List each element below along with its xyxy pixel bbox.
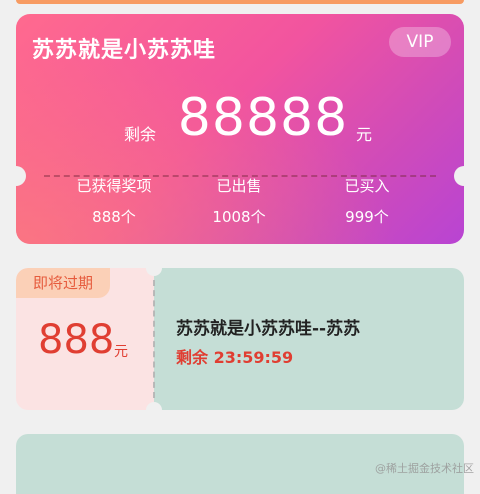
coupon-card[interactable]: 即将过期 888 元 苏苏就是小苏苏哇--苏苏 剩余 23:59:59 [16, 268, 464, 410]
stat-sold: 已出售 1008个 [174, 176, 304, 227]
coupon-countdown: 剩余 23:59:59 [176, 348, 294, 367]
stat-label: 已获得奖项 [76, 177, 152, 195]
coupon-info-section [154, 268, 464, 410]
stat-value: 1008个 [212, 208, 266, 226]
vip-ticket-card[interactable]: 苏苏就是小苏苏哇 VIP 剩余 88888 元 已获得奖项 888个 已出售 1… [16, 14, 464, 244]
vip-badge: VIP [389, 27, 451, 57]
coupon-amount-unit: 元 [114, 344, 128, 360]
expiring-soon-tag: 即将过期 [16, 268, 110, 298]
stat-awards: 已获得奖项 888个 [49, 176, 179, 227]
ticket-notch-left [16, 166, 26, 186]
vip-card-title: 苏苏就是小苏苏哇 [32, 38, 217, 63]
watermark-text: @稀土掘金技术社区 [375, 462, 474, 475]
coupon-amount-section: 即将过期 888 元 [16, 268, 154, 410]
stat-label: 已买入 [344, 177, 390, 195]
stat-value: 999个 [345, 208, 389, 226]
remaining-amount: 88888 [177, 88, 349, 148]
stat-label: 已出售 [216, 177, 262, 195]
remaining-label: 剩余 [124, 125, 157, 144]
coupon-dashed-divider [153, 280, 155, 398]
previous-card-edge [16, 0, 464, 4]
coupon-title: 苏苏就是小苏苏哇--苏苏 [176, 319, 361, 339]
remaining-unit: 元 [356, 125, 373, 144]
coupon-amount: 888 [38, 317, 115, 363]
stat-value: 888个 [92, 208, 136, 226]
stat-bought: 已买入 999个 [302, 176, 432, 227]
ticket-notch-right [454, 166, 464, 186]
